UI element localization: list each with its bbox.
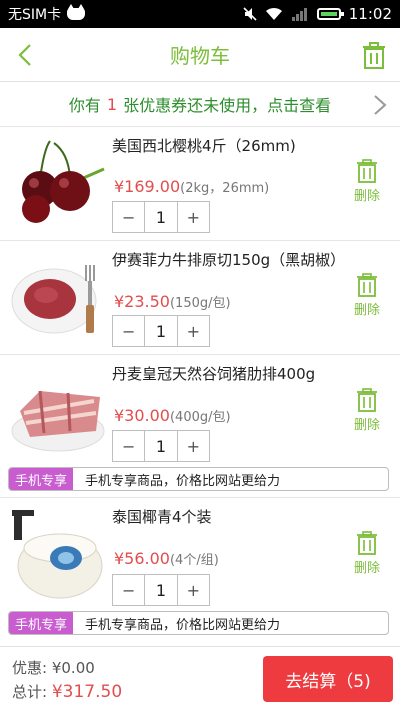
product-price: ¥56.00 [114, 549, 170, 568]
product-spec: (150g/包) [169, 296, 231, 311]
increase-button[interactable]: + [178, 316, 209, 346]
decrease-button[interactable]: − [113, 431, 144, 461]
total-label: 总计: [12, 683, 48, 701]
product-spec: (400g/包) [169, 410, 231, 425]
quantity-stepper: − 1 + [112, 574, 210, 606]
clear-cart-trash-icon[interactable] [362, 42, 386, 70]
signal-icon [291, 8, 307, 21]
product-price-line: ¥169.00(2kg，26mm) [114, 177, 269, 196]
quantity-stepper: − 1 + [112, 201, 210, 233]
decrease-button[interactable]: − [113, 202, 144, 232]
wifi-icon [265, 7, 282, 20]
checkout-footer: 优惠: ¥0.00 总计: ¥317.50 去结算（5) [0, 646, 400, 711]
discount-value: ¥0.00 [51, 659, 95, 677]
notification-cat-icon [67, 4, 86, 20]
discount-label: 优惠: [12, 659, 48, 677]
promo-banner: 手机专享 手机专享商品，价格比网站更给力 [8, 467, 389, 491]
trash-icon [357, 531, 377, 555]
page-title: 购物车 [170, 44, 230, 68]
increase-button[interactable]: + [178, 202, 209, 232]
increase-button[interactable]: + [178, 431, 209, 461]
coupon-count: 1 [106, 94, 118, 114]
cart-item: 丹麦皇冠天然谷饲猪肋排400g ¥30.00(400g/包) − 1 + 删除 … [0, 355, 400, 498]
coupon-prefix: 你有 [68, 96, 101, 115]
battery-icon [316, 8, 344, 20]
product-spec: (2kg，26mm) [180, 181, 270, 196]
quantity-value[interactable]: 1 [144, 316, 178, 346]
clock: 11:02 [348, 5, 392, 23]
delete-label: 删除 [353, 418, 380, 433]
cart-item: 美国西北樱桃4斤（26mm) ¥169.00(2kg，26mm) − 1 + 删… [0, 127, 400, 241]
coupon-text: 张优惠券还未使用，点击查看 [123, 96, 332, 115]
chevron-right-icon [374, 95, 387, 115]
delete-button[interactable]: 删除 [352, 531, 382, 576]
product-price: ¥169.00 [114, 177, 181, 196]
product-name[interactable]: 美国西北樱桃4斤（26mm) [112, 135, 342, 157]
mute-icon [243, 7, 257, 21]
delete-label: 删除 [353, 561, 380, 576]
pork-ribs-thumbnail[interactable] [10, 371, 106, 457]
delete-button[interactable]: 删除 [352, 159, 382, 204]
discount-line: 优惠: ¥0.00 [12, 657, 95, 678]
total-line: 总计: ¥317.50 [12, 681, 122, 702]
product-price-line: ¥23.50(150g/包) [114, 292, 231, 311]
quantity-value[interactable]: 1 [144, 575, 178, 605]
delete-button[interactable]: 删除 [352, 388, 382, 433]
quantity-stepper: − 1 + [112, 430, 210, 462]
coupon-banner[interactable]: 你有 1 张优惠券还未使用，点击查看 [0, 82, 400, 127]
app-header: 购物车 [0, 28, 400, 82]
cart-item: 泰国椰青4个装 ¥56.00(4个/组) − 1 + 删除 手机专享 手机专享商… [0, 498, 400, 646]
delete-button[interactable]: 删除 [352, 273, 382, 318]
product-price: ¥23.50 [114, 292, 170, 311]
cherries-thumbnail[interactable] [10, 139, 106, 225]
product-name[interactable]: 伊赛菲力牛排原切150g（黑胡椒） [112, 249, 345, 271]
product-price-line: ¥56.00(4个/组) [114, 549, 219, 568]
promo-tag: 手机专享 [9, 612, 74, 634]
product-price: ¥30.00 [114, 406, 170, 425]
steak-thumbnail[interactable] [10, 255, 106, 341]
quantity-value[interactable]: 1 [144, 202, 178, 232]
quantity-value[interactable]: 1 [144, 431, 178, 461]
promo-text: 手机专享商品，价格比网站更给力 [85, 473, 281, 489]
delete-label: 删除 [353, 189, 380, 204]
increase-button[interactable]: + [178, 575, 209, 605]
promo-text: 手机专享商品，价格比网站更给力 [85, 617, 281, 633]
quantity-stepper: − 1 + [112, 315, 210, 347]
product-price-line: ¥30.00(400g/包) [114, 406, 231, 425]
promo-tag: 手机专享 [9, 468, 74, 490]
trash-icon [357, 388, 377, 412]
decrease-button[interactable]: − [113, 316, 144, 346]
back-arrow-icon[interactable] [14, 42, 38, 68]
trash-icon [357, 273, 377, 297]
product-name[interactable]: 丹麦皇冠天然谷饲猪肋排400g [112, 363, 342, 385]
cart-item: 伊赛菲力牛排原切150g（黑胡椒） ¥23.50(150g/包) − 1 + 删… [0, 241, 400, 355]
decrease-button[interactable]: − [113, 575, 144, 605]
promo-banner: 手机专享 手机专享商品，价格比网站更给力 [8, 611, 389, 635]
carrier-label: 无SIM卡 [8, 7, 62, 23]
trash-icon [357, 159, 377, 183]
status-bar: 无SIM卡 11:02 [0, 0, 400, 28]
product-spec: (4个/组) [169, 553, 219, 568]
coconut-thumbnail[interactable] [10, 508, 106, 600]
delete-label: 删除 [353, 303, 380, 318]
checkout-button[interactable]: 去结算（5) [263, 656, 393, 702]
product-name[interactable]: 泰国椰青4个装 [112, 506, 342, 528]
total-value: ¥317.50 [51, 682, 123, 702]
